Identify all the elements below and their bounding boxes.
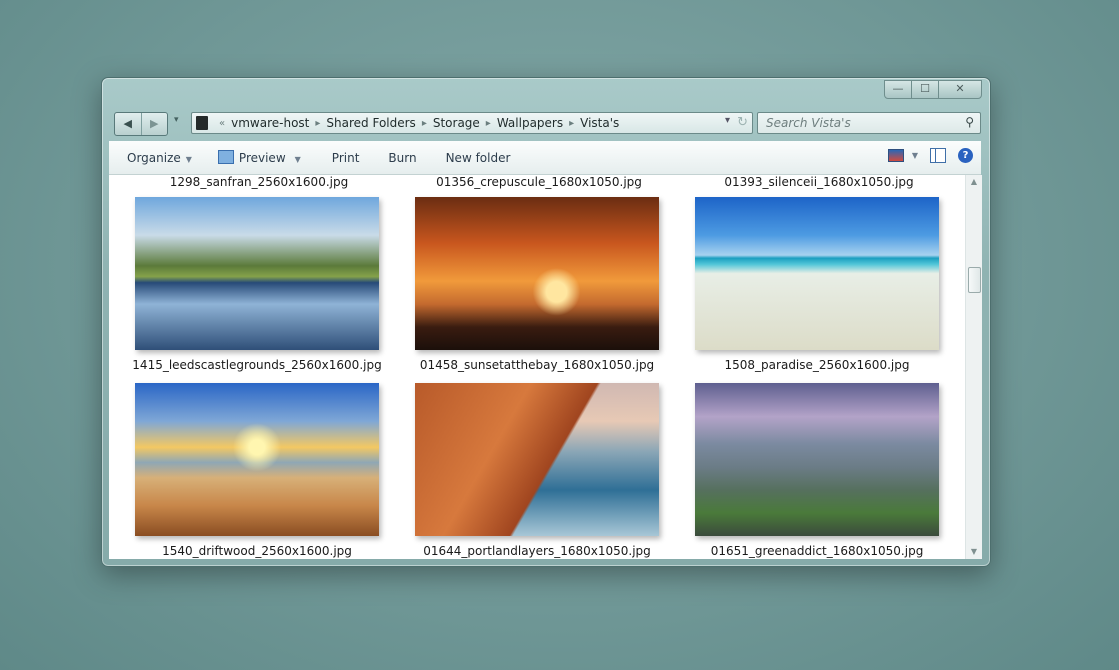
file-tile[interactable]: 01651_greenaddict_1680x1050.jpg — [677, 383, 957, 559]
preview-icon — [217, 150, 234, 164]
chevron-down-icon: ▼ — [185, 154, 192, 164]
file-tile[interactable]: 1540_driftwood_2560x1600.jpg — [117, 383, 397, 559]
print-button[interactable]: Print — [332, 151, 360, 165]
file-name[interactable]: 01393_silenceii_1680x1050.jpg — [679, 175, 959, 189]
burn-button[interactable]: Burn — [388, 151, 416, 165]
caption-buttons: — ☐ ✕ — [884, 80, 982, 99]
scroll-up-icon[interactable]: ▲ — [966, 175, 982, 189]
thumbnail-image[interactable] — [135, 383, 379, 536]
folder-icon — [196, 116, 208, 130]
change-view-icon[interactable] — [887, 149, 904, 162]
file-tile[interactable]: 1508_paradise_2560x1600.jpg — [677, 197, 957, 377]
maximize-button[interactable]: ☐ — [911, 80, 939, 99]
breadcrumb-storage[interactable]: Storage — [433, 116, 480, 130]
thumbnail-image[interactable] — [415, 383, 659, 536]
file-name[interactable]: 1415_leedscastlegrounds_2560x1600.jpg — [117, 358, 397, 372]
address-dropdown-icon[interactable]: ▾ — [725, 115, 730, 126]
breadcrumb-separator-icon[interactable]: ▸ — [422, 118, 427, 129]
thumbnail-image[interactable] — [135, 197, 379, 350]
close-button[interactable]: ✕ — [938, 80, 982, 99]
search-placeholder: Search Vista's — [766, 116, 851, 130]
breadcrumb-separator-icon[interactable]: ▸ — [486, 118, 491, 129]
vertical-scrollbar[interactable]: ▲ ▼ — [965, 175, 982, 559]
scroll-down-icon[interactable]: ▼ — [966, 545, 982, 559]
file-tile[interactable]: 1415_leedscastlegrounds_2560x1600.jpg — [117, 197, 397, 377]
file-name[interactable]: 01644_portlandlayers_1680x1050.jpg — [397, 544, 677, 558]
preview-pane-icon[interactable] — [930, 148, 946, 163]
thumbnail-image[interactable] — [695, 383, 939, 536]
breadcrumb-vistas[interactable]: Vista's — [580, 116, 619, 130]
refresh-icon[interactable]: ↻ — [737, 115, 748, 130]
search-icon[interactable]: ⚲ — [965, 115, 974, 129]
breadcrumb-shared-folders[interactable]: Shared Folders — [326, 116, 415, 130]
navigation-bar: ◀ ▶ ▾ « vmware-host ▸ Shared Folders ▸ S… — [114, 112, 982, 136]
explorer-window: — ☐ ✕ ◀ ▶ ▾ « vmware-host ▸ Shared Folde… — [101, 77, 991, 567]
minimize-button[interactable]: — — [884, 80, 912, 99]
toolbar-right: ▼ ? — [887, 148, 973, 163]
address-bar[interactable]: « vmware-host ▸ Shared Folders ▸ Storage… — [191, 112, 753, 134]
file-name[interactable]: 1508_paradise_2560x1600.jpg — [677, 358, 957, 372]
breadcrumb-wallpapers[interactable]: Wallpapers — [497, 116, 563, 130]
chevron-down-icon[interactable]: ▼ — [295, 155, 301, 164]
forward-button[interactable]: ▶ — [140, 113, 168, 135]
organize-label: Organize — [127, 150, 181, 165]
file-name[interactable]: 1540_driftwood_2560x1600.jpg — [117, 544, 397, 558]
command-bar: Organize ▼ Preview ▼ Print Burn New folder… — [109, 141, 981, 175]
file-tile[interactable]: 01644_portlandlayers_1680x1050.jpg — [397, 383, 677, 559]
file-view: 1298_sanfran_2560x1600.jpg 01356_crepusc… — [109, 175, 965, 559]
file-name[interactable]: 01458_sunsetatthebay_1680x1050.jpg — [397, 358, 677, 372]
breadcrumb-separator-icon[interactable]: ▸ — [315, 118, 320, 129]
recent-pages-button[interactable]: ▾ — [174, 115, 179, 125]
file-name[interactable]: 01356_crepuscule_1680x1050.jpg — [399, 175, 679, 189]
address-overflow-icon[interactable]: « — [219, 118, 225, 129]
back-button[interactable]: ◀ — [115, 113, 141, 135]
help-icon[interactable]: ? — [958, 148, 973, 163]
preview-button[interactable]: Preview ▼ — [217, 150, 301, 165]
breadcrumb-vmware-host[interactable]: vmware-host — [231, 116, 309, 130]
file-name[interactable]: 1298_sanfran_2560x1600.jpg — [119, 175, 399, 189]
nav-buttons: ◀ ▶ — [114, 112, 168, 136]
organize-button[interactable]: Organize ▼ — [127, 151, 192, 165]
file-name[interactable]: 01651_greenaddict_1680x1050.jpg — [677, 544, 957, 558]
file-tile[interactable]: 01458_sunsetatthebay_1680x1050.jpg — [397, 197, 677, 377]
scroll-thumb[interactable] — [968, 267, 981, 293]
preview-label: Preview — [238, 151, 286, 165]
new-folder-button[interactable]: New folder — [446, 151, 511, 165]
search-input[interactable]: Search Vista's ⚲ — [757, 112, 981, 134]
thumbnail-image[interactable] — [415, 197, 659, 350]
chevron-down-icon[interactable]: ▼ — [912, 151, 918, 160]
thumbnail-image[interactable] — [695, 197, 939, 350]
breadcrumb-separator-icon[interactable]: ▸ — [569, 118, 574, 129]
